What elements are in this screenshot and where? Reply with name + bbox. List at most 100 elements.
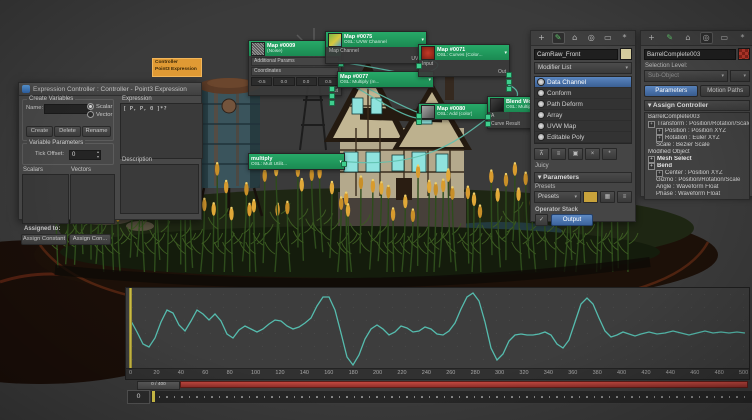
object-name-field[interactable]: BarrelComplete003	[644, 49, 736, 60]
display-icon[interactable]: ▭	[601, 32, 614, 44]
input-socket-icon[interactable]	[329, 86, 335, 92]
collapse-icon[interactable]: ▾	[504, 50, 507, 56]
dialog-titlebar[interactable]: Expression Controller : Controller - Poi…	[19, 83, 201, 96]
presets-dropdown[interactable]: Presets▾	[534, 191, 581, 203]
expand-icon[interactable]: +	[656, 135, 663, 142]
visibility-icon[interactable]	[538, 123, 544, 129]
add-operator-icon[interactable]: ✓	[535, 214, 548, 226]
expand-icon[interactable]: +	[648, 156, 655, 163]
modifier-list-dropdown[interactable]: Modifier List▾	[534, 62, 632, 74]
controller-tree-item[interactable]: +Mesh Select	[645, 156, 749, 163]
time-slider-marker[interactable]	[152, 391, 155, 402]
modifier-stack-item[interactable]: UVW Map	[535, 121, 631, 132]
node-color-curves[interactable]: Map #0071 OSL: Curves (Color... ▾ Input …	[418, 44, 510, 77]
remove-modifier-icon[interactable]: ×	[585, 148, 600, 160]
visibility-icon[interactable]	[538, 101, 544, 107]
controller-tree-item[interactable]: +Position : Position XYZ	[645, 128, 749, 135]
controller-tree-item[interactable]: Angle : Waveform Float	[645, 184, 749, 191]
display-icon[interactable]: ▭	[718, 32, 731, 44]
modifier-stack-item[interactable]: Editable Poly	[535, 132, 631, 143]
output-button[interactable]: Output	[551, 214, 593, 226]
coordinate-spinners[interactable]: -0.5 0.0 0.0 0.5	[251, 77, 339, 86]
vector-radio[interactable]: Vector	[87, 111, 112, 118]
make-unique-icon[interactable]: ▣	[568, 148, 583, 160]
load-preset-icon[interactable]: ▦	[600, 191, 615, 203]
rollout-coordinates[interactable]: Coordinates	[251, 67, 339, 76]
controller-tree-item[interactable]: BarrelComplete003	[645, 114, 749, 121]
time-cursor[interactable]	[129, 288, 132, 368]
expand-icon[interactable]: +	[656, 128, 663, 135]
visibility-icon[interactable]	[538, 134, 544, 140]
motion-icon[interactable]: ◎	[585, 32, 598, 44]
output-socket-icon[interactable]	[506, 79, 512, 85]
expression-textarea[interactable]: [ P, P, 0 ]*?	[120, 103, 203, 159]
modify-command-panel[interactable]: +✎⌂◎▭* CamRaw_Front Modifier List▾ Data …	[530, 30, 636, 222]
variable-name-input[interactable]	[44, 104, 90, 114]
input-socket-icon[interactable]	[416, 119, 422, 125]
hierarchy-icon[interactable]: ⌂	[568, 32, 581, 44]
controller-tree-item[interactable]: Gizmo : Position/Rotation/Scale	[645, 177, 749, 184]
create-icon[interactable]: +	[535, 32, 548, 44]
utilities-icon[interactable]: *	[736, 32, 749, 44]
modifier-stack-item[interactable]: Data Channel	[535, 77, 631, 88]
expand-icon[interactable]: +	[648, 163, 655, 170]
object-color-swatch[interactable]	[620, 48, 632, 60]
save-preset-icon[interactable]	[583, 191, 598, 203]
motion-icon[interactable]: ◎	[700, 32, 713, 44]
controller-tree-item[interactable]: +Bend	[645, 163, 749, 170]
controller-tree-item[interactable]: +Rotation : Euler XYZ	[645, 135, 749, 142]
current-frame-box[interactable]: 0	[127, 390, 150, 404]
modifier-stack-list[interactable]: Data ChannelConformPath DeformArrayUVW M…	[534, 76, 632, 144]
modify-icon[interactable]: ✎	[552, 32, 565, 44]
modifier-stack-item[interactable]: Conform	[535, 88, 631, 99]
input-socket-icon[interactable]	[416, 63, 422, 69]
pin-stack-icon[interactable]: ⊼	[534, 148, 549, 160]
tab-parameters[interactable]: Parameters	[644, 85, 698, 97]
curve-editor-time-ruler[interactable]: 0204060801001201401601802002202402602803…	[126, 368, 749, 379]
delete-button[interactable]: Delete	[54, 126, 81, 137]
object-color-swatch[interactable]	[738, 48, 750, 60]
range-slider[interactable]: 0 / 400	[137, 381, 180, 390]
object-name-field[interactable]: CamRaw_Front	[534, 49, 618, 60]
visibility-icon[interactable]	[538, 79, 544, 85]
controller-tree-item[interactable]: Phase : Waveform Float	[645, 191, 749, 198]
input-socket-icon[interactable]	[329, 100, 335, 106]
description-textarea[interactable]	[120, 164, 199, 214]
scalars-listbox[interactable]	[22, 174, 69, 224]
controller-tree-item[interactable]: +Transform : Position/Rotation/Scale	[645, 121, 749, 128]
node-header[interactable]: Map #0075 OSL: UVW Channel ▾	[326, 32, 426, 47]
waveform-polyline[interactable]	[131, 293, 745, 365]
controller-tree-item[interactable]: Modified Object	[645, 149, 749, 156]
modifier-stack-toolbar[interactable]: ⊼≡▣×*	[531, 146, 635, 162]
track-range-bar[interactable]: 0 / 400	[137, 381, 748, 388]
assign-controller-button[interactable]: Assign Con...	[69, 234, 111, 245]
input-socket-icon[interactable]	[329, 93, 335, 99]
input-socket-icon[interactable]	[485, 114, 491, 120]
command-panel-tabs[interactable]: +✎⌂◎▭*	[531, 31, 635, 46]
vectors-listbox[interactable]	[70, 174, 115, 224]
expression-controller-dialog[interactable]: Expression Controller : Controller - Poi…	[18, 82, 202, 220]
rename-button[interactable]: Rename	[82, 126, 111, 137]
show-end-result-icon[interactable]: ≡	[551, 148, 566, 160]
subobject-dropdown[interactable]: Sub-Object▾	[644, 70, 728, 82]
visibility-icon[interactable]	[538, 112, 544, 118]
hierarchy-icon[interactable]: ⌂	[681, 32, 694, 44]
output-socket-icon[interactable]	[341, 161, 347, 167]
timeline-track-bar[interactable]	[150, 390, 752, 404]
input-socket-icon[interactable]	[485, 121, 491, 127]
output-socket-icon[interactable]	[506, 72, 512, 78]
node-header[interactable]: Map #0071 OSL: Curves (Color... ▾	[419, 45, 509, 60]
collapse-icon[interactable]: ▾	[428, 77, 431, 83]
parameters-rollout[interactable]: ▾ Parameters	[534, 172, 632, 183]
tab-motion-paths[interactable]: Motion Paths	[700, 85, 750, 97]
secondary-dropdown[interactable]: ▾	[730, 70, 750, 82]
command-panel-tabs[interactable]: +✎⌂◎▭*	[641, 31, 752, 46]
visibility-icon[interactable]	[538, 90, 544, 96]
expand-icon[interactable]: +	[656, 170, 663, 177]
curve-editor[interactable]: 0204060801001201401601802002202402602803…	[125, 287, 750, 380]
assign-controller-rollout[interactable]: ▾ Assign Controller	[644, 100, 750, 111]
spinner-icon[interactable]: ▴▾	[97, 149, 99, 159]
motion-command-panel[interactable]: +✎⌂◎▭* BarrelComplete003 Selection Level…	[640, 30, 752, 197]
node-header[interactable]: multiply OSL: Mult Utilit... ▾	[249, 154, 344, 169]
controller-tree-item[interactable]: +Center : Position XYZ	[645, 170, 749, 177]
